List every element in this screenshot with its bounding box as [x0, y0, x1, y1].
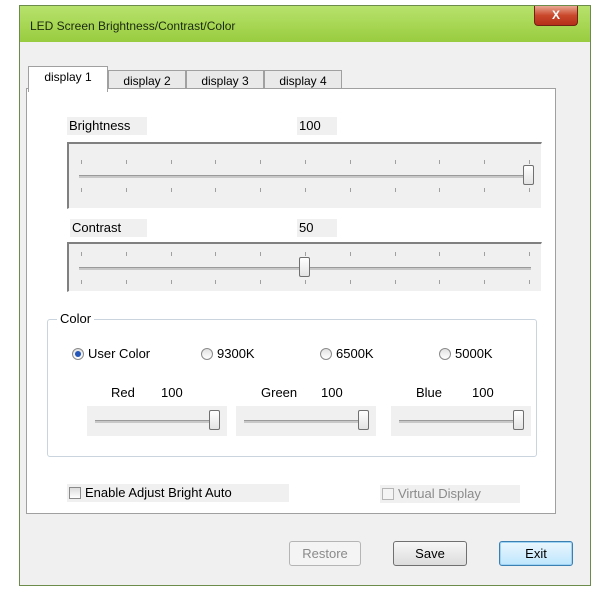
- slider-tick: [484, 279, 486, 284]
- slider-tick: [529, 251, 530, 256]
- slider-tick: [484, 160, 486, 164]
- slider-thumb[interactable]: [299, 256, 310, 277]
- slider-tick: [394, 279, 396, 284]
- slider-tick: [349, 188, 351, 192]
- slider-tick: [394, 251, 396, 256]
- slider-tick: [305, 279, 306, 284]
- radio-unselected-icon: [439, 348, 451, 360]
- slider-tick: [170, 188, 172, 192]
- slider-tick: [529, 160, 530, 164]
- slider-tick: [439, 279, 441, 284]
- checkbox-label: Enable Adjust Bright Auto: [85, 485, 232, 500]
- title-bar[interactable]: LED Screen Brightness/Contrast/Color X: [20, 6, 590, 42]
- radio-label: 9300K: [217, 346, 255, 361]
- slider-tick: [260, 160, 262, 164]
- slider-tick: [529, 279, 530, 284]
- save-button[interactable]: Save: [393, 541, 467, 566]
- radio-6500k[interactable]: 6500K: [318, 345, 374, 363]
- virtual-display-checkbox[interactable]: Virtual Display: [380, 485, 520, 503]
- brightness-slider[interactable]: [67, 142, 542, 209]
- slider-tick: [81, 160, 82, 164]
- green-label: Green: [261, 385, 298, 400]
- window-title: LED Screen Brightness/Contrast/Color: [30, 19, 236, 33]
- blue-slider[interactable]: [391, 406, 531, 436]
- slider-tick: [215, 160, 217, 164]
- slider-tick: [484, 188, 486, 192]
- brightness-label: Brightness: [67, 117, 147, 135]
- slider-tick: [170, 251, 172, 256]
- slider-thumb[interactable]: [523, 165, 534, 185]
- enable-adjust-bright-auto-checkbox[interactable]: Enable Adjust Bright Auto: [67, 484, 289, 502]
- slider-tick: [215, 251, 217, 256]
- blue-label: Blue: [416, 385, 443, 400]
- slider-tick: [260, 279, 262, 284]
- slider-tick: [394, 188, 396, 192]
- slider-tick: [125, 279, 127, 284]
- slider-tick: [305, 251, 306, 256]
- green-value: 100: [321, 385, 343, 400]
- red-label: Red: [111, 385, 135, 400]
- slider-track: [399, 420, 523, 423]
- slider-tick: [170, 279, 172, 284]
- slider-track: [244, 420, 368, 423]
- tab-panel: Brightness 100 Contrast 50 Color User Co…: [26, 88, 556, 514]
- slider-tick: [305, 160, 306, 164]
- green-slider[interactable]: [236, 406, 376, 436]
- slider-tick: [81, 188, 82, 192]
- slider-tick: [439, 251, 441, 256]
- slider-tick: [439, 188, 441, 192]
- slider-thumb[interactable]: [513, 410, 524, 430]
- radio-9300k[interactable]: 9300K: [199, 345, 255, 363]
- slider-tick: [439, 160, 441, 164]
- slider-tick: [260, 188, 262, 192]
- slider-tick: [125, 188, 127, 192]
- radio-selected-icon: [72, 348, 84, 360]
- slider-tick: [529, 188, 530, 192]
- slider-tick: [394, 160, 396, 164]
- slider-tick: [81, 279, 82, 284]
- slider-tick: [349, 279, 351, 284]
- slider-tick: [349, 251, 351, 256]
- radio-label: 5000K: [455, 346, 493, 361]
- red-slider[interactable]: [87, 406, 227, 436]
- exit-button[interactable]: Exit: [499, 541, 573, 566]
- blue-value: 100: [472, 385, 494, 400]
- slider-tick: [170, 160, 172, 164]
- red-value: 100: [161, 385, 183, 400]
- slider-tick: [305, 188, 306, 192]
- radio-label: 6500K: [336, 346, 374, 361]
- restore-button[interactable]: Restore: [289, 541, 361, 566]
- slider-tick: [81, 251, 82, 256]
- contrast-value: 50: [297, 219, 337, 237]
- slider-track: [95, 420, 219, 423]
- slider-tick: [125, 251, 127, 256]
- radio-label: User Color: [88, 346, 151, 361]
- color-group-title: Color: [57, 311, 95, 326]
- brightness-value: 100: [297, 117, 337, 135]
- slider-tick: [215, 188, 217, 192]
- slider-tick: [484, 251, 486, 256]
- radio-user-color[interactable]: User Color: [70, 345, 150, 363]
- slider-tick: [125, 160, 127, 164]
- contrast-label: Contrast: [70, 219, 147, 237]
- checkbox-unchecked-icon: [69, 487, 81, 499]
- radio-unselected-icon: [320, 348, 332, 360]
- checkbox-label: Virtual Display: [398, 486, 481, 501]
- slider-thumb[interactable]: [358, 410, 369, 430]
- tab-display-1[interactable]: display 1: [28, 66, 108, 92]
- close-button[interactable]: X: [534, 6, 578, 26]
- radio-5000k[interactable]: 5000K: [437, 345, 493, 363]
- radio-unselected-icon: [201, 348, 213, 360]
- slider-tick: [349, 160, 351, 164]
- slider-track: [79, 175, 531, 178]
- slider-tick: [260, 251, 262, 256]
- checkbox-unchecked-icon: [382, 488, 394, 500]
- slider-tick: [215, 279, 217, 284]
- close-icon: X: [551, 8, 560, 22]
- contrast-slider[interactable]: [67, 242, 542, 292]
- slider-thumb[interactable]: [209, 410, 220, 430]
